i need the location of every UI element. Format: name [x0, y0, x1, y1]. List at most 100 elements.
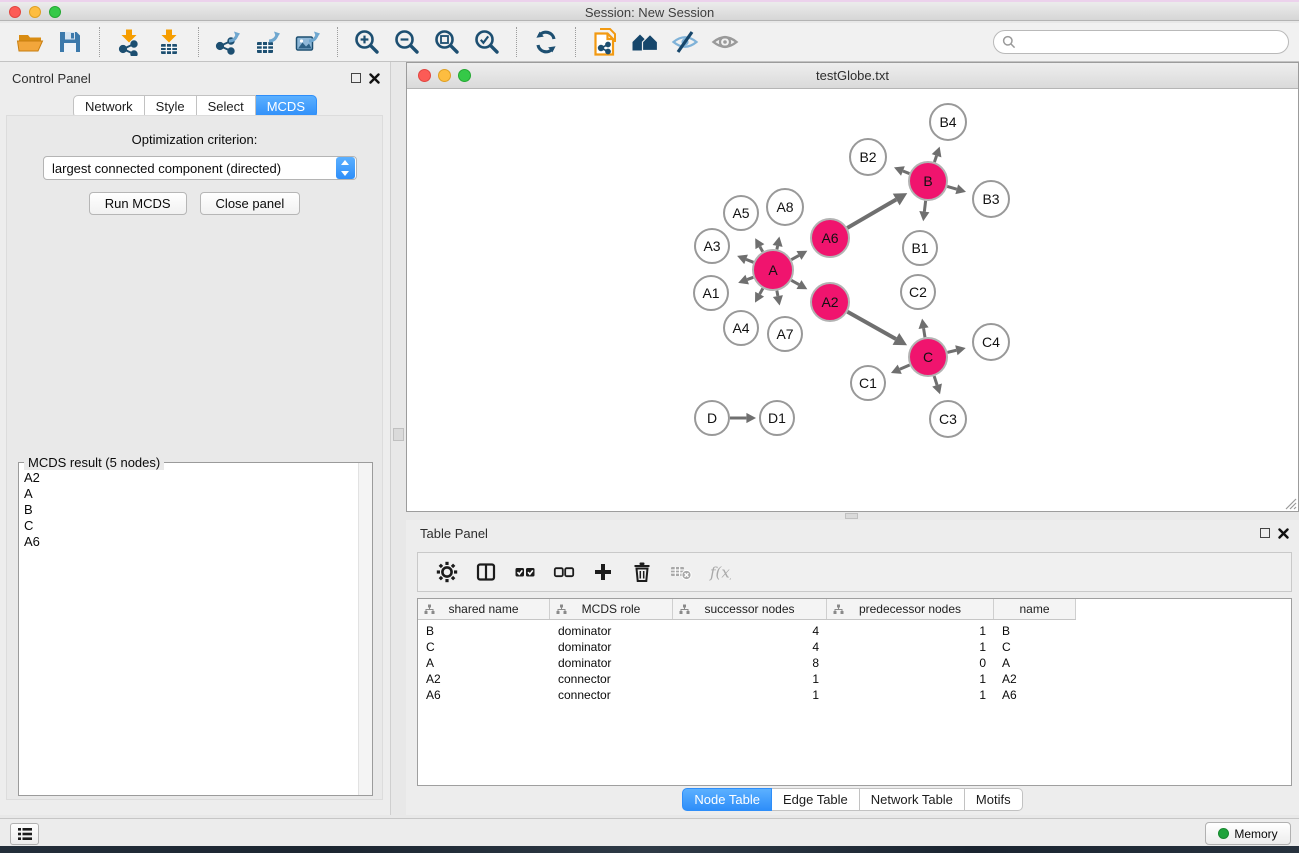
- select-all-button[interactable]: [509, 557, 540, 587]
- table-cell: 1: [827, 672, 994, 686]
- table-header-row: shared nameMCDS role successor nodes prede…: [418, 599, 1076, 620]
- list-icon: [17, 827, 33, 841]
- refresh-icon: [532, 28, 560, 56]
- result-item[interactable]: A6: [24, 534, 358, 550]
- tab-edge-table[interactable]: Edge Table: [772, 788, 860, 811]
- float-table-panel-icon[interactable]: [1260, 528, 1270, 538]
- table-cell: 1: [673, 688, 827, 702]
- optimization-criterion-select[interactable]: largest connected component (directed): [43, 156, 357, 180]
- table-row[interactable]: Bdominator41B: [418, 623, 1291, 639]
- node-label-C4: C4: [982, 334, 1000, 350]
- tab-node-table[interactable]: Node Table: [682, 788, 772, 811]
- delete-columns-button[interactable]: [626, 557, 657, 587]
- resize-grip-icon[interactable]: [1283, 496, 1297, 510]
- add-column-icon: [592, 561, 614, 583]
- table-cell: A: [418, 656, 550, 670]
- clone-network-button[interactable]: [587, 25, 623, 59]
- table-cell: dominator: [550, 640, 673, 654]
- table-cell: A2: [418, 672, 550, 686]
- result-scrollbar[interactable]: [358, 463, 372, 795]
- network-canvas[interactable]: AA1A2A3A4A5A6A7A8BB1B2B3B4CC1C2C3C4DD1: [407, 90, 1298, 511]
- table-row[interactable]: Adominator80A: [418, 655, 1291, 671]
- export-table-button[interactable]: [250, 25, 286, 59]
- result-item[interactable]: B: [24, 502, 358, 518]
- deselect-all-button[interactable]: [548, 557, 579, 587]
- show-all-button[interactable]: [707, 25, 743, 59]
- memory-button[interactable]: Memory: [1205, 822, 1291, 845]
- export-network-button[interactable]: [210, 25, 246, 59]
- column-type-icon: [679, 604, 690, 615]
- table-row[interactable]: A2connector11A2: [418, 671, 1291, 687]
- node-label-B3: B3: [982, 191, 999, 207]
- network-view-window: testGlobe.txt AA1A2A3A4A5A6A7A8BB1B2B3B4…: [406, 62, 1299, 512]
- vertical-split-handle[interactable]: [393, 428, 404, 441]
- close-panel-icon[interactable]: [369, 71, 380, 82]
- add-column-button[interactable]: [587, 557, 618, 587]
- arrowhead-A-A8: [773, 236, 783, 246]
- memory-status-icon: [1218, 828, 1229, 839]
- node-label-A1: A1: [702, 285, 719, 301]
- hide-selected-button[interactable]: [667, 25, 703, 59]
- import-network-button[interactable]: [111, 25, 147, 59]
- table-cell: B: [418, 624, 550, 638]
- close-table-panel-icon[interactable]: [1278, 526, 1289, 537]
- edge-B-B4: [934, 156, 936, 162]
- tab-motifs[interactable]: Motifs: [965, 788, 1023, 811]
- node-label-A6: A6: [821, 230, 838, 246]
- function-builder-icon: f(x): [709, 561, 731, 583]
- delete-table-icon: [670, 561, 692, 583]
- node-label-A7: A7: [776, 326, 793, 342]
- import-network-icon: [115, 28, 143, 56]
- table-cell: 1: [827, 640, 994, 654]
- column-header-name[interactable]: name: [994, 599, 1076, 619]
- edge-A-A1: [747, 277, 753, 279]
- arrowhead-C-C3: [932, 384, 942, 395]
- column-header-successor-nodes[interactable]: successor nodes: [673, 599, 827, 619]
- column-label: successor nodes: [704, 602, 794, 616]
- column-label: name: [1019, 602, 1049, 616]
- zoom-fit-button[interactable]: [429, 25, 465, 59]
- export-image-button[interactable]: [290, 25, 326, 59]
- column-header-predecessor-nodes[interactable]: predecessor nodes: [827, 599, 994, 619]
- close-panel-button[interactable]: Close panel: [200, 192, 301, 215]
- search-icon: [1002, 35, 1016, 49]
- run-mcds-button[interactable]: Run MCDS: [89, 192, 187, 215]
- result-item[interactable]: C: [24, 518, 358, 534]
- home-button[interactable]: [627, 25, 663, 59]
- edge-A6-B: [847, 200, 896, 228]
- optimization-criterion-value: largest connected component (directed): [44, 161, 336, 176]
- column-header-MCDS-role[interactable]: MCDS role: [550, 599, 673, 619]
- refresh-button[interactable]: [528, 25, 564, 59]
- column-header-shared-name[interactable]: shared name: [418, 599, 550, 619]
- show-panels-button[interactable]: [10, 823, 39, 845]
- toolbar-separator: [99, 27, 100, 57]
- app-titlebar: Session: New Session: [0, 0, 1299, 21]
- zoom-in-button[interactable]: [349, 25, 385, 59]
- table-row[interactable]: A6connector11A6: [418, 687, 1291, 703]
- delete-table-button: [665, 557, 696, 587]
- show-column-button[interactable]: [470, 557, 501, 587]
- node-table: shared nameMCDS role successor nodes prede…: [417, 598, 1292, 786]
- tab-network-table[interactable]: Network Table: [860, 788, 965, 811]
- zoom-out-button[interactable]: [389, 25, 425, 59]
- table-row[interactable]: Cdominator41C: [418, 639, 1291, 655]
- zoom-selected-button[interactable]: [469, 25, 505, 59]
- optimization-criterion-label: Optimization criterion:: [7, 132, 382, 147]
- network-window-titlebar[interactable]: testGlobe.txt: [407, 63, 1298, 89]
- float-panel-icon[interactable]: [351, 73, 361, 83]
- node-label-D: D: [707, 410, 717, 426]
- table-toolbar: f(x): [417, 552, 1292, 592]
- select-all-icon: [514, 561, 536, 583]
- table-cell: dominator: [550, 656, 673, 670]
- search-input[interactable]: [1021, 34, 1280, 51]
- result-item[interactable]: A: [24, 486, 358, 502]
- result-item[interactable]: A2: [24, 470, 358, 486]
- settings-button[interactable]: [431, 557, 462, 587]
- node-label-C3: C3: [939, 411, 957, 427]
- save-button[interactable]: [52, 25, 88, 59]
- import-table-button[interactable]: [151, 25, 187, 59]
- open-button[interactable]: [12, 25, 48, 59]
- horizontal-split-handle[interactable]: [845, 513, 858, 519]
- settings-icon: [436, 561, 458, 583]
- open-icon: [16, 28, 44, 56]
